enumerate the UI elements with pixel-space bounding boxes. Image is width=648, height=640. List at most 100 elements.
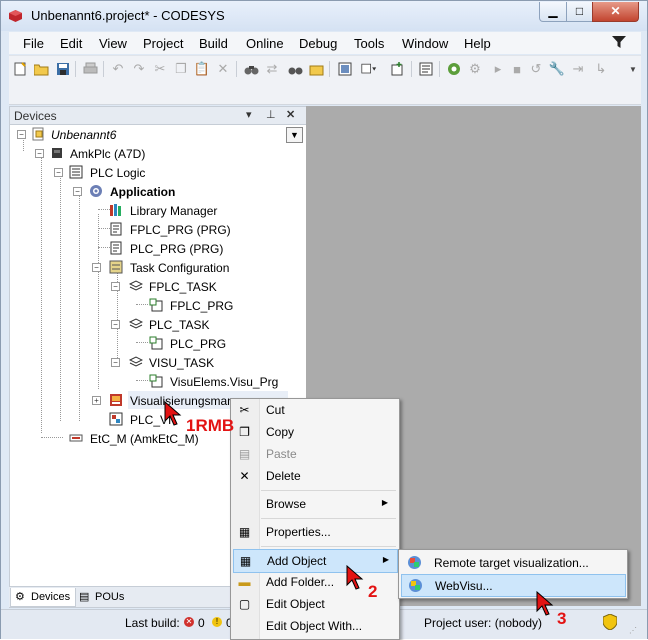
- add-element-icon[interactable]: [389, 61, 405, 77]
- minimize-button[interactable]: ▁: [539, 2, 567, 22]
- step-over-icon[interactable]: ⇥: [570, 61, 586, 77]
- tree-node-etc-m[interactable]: EtC_M (AmkEtC_M): [90, 432, 199, 446]
- tree-node-task-configuration[interactable]: Task Configuration: [130, 261, 229, 275]
- tree-node-plc-prg[interactable]: PLC_PRG (PRG): [130, 242, 223, 256]
- menu-online[interactable]: Online: [246, 36, 284, 51]
- stop-icon[interactable]: ■: [509, 61, 525, 77]
- reset-icon[interactable]: ↺: [528, 61, 544, 77]
- menu-help[interactable]: Help: [464, 36, 491, 51]
- pin-icon[interactable]: ⊥: [266, 108, 276, 121]
- print-icon[interactable]: [82, 61, 98, 77]
- submenu-arrow-icon: ▶: [381, 498, 388, 507]
- logout-icon[interactable]: ⚙: [467, 61, 483, 77]
- menu-view[interactable]: View: [99, 36, 127, 51]
- tree-node-fplc-prg[interactable]: FPLC_PRG (PRG): [130, 223, 231, 237]
- menu-edit[interactable]: Edit: [60, 36, 82, 51]
- resize-grip-icon[interactable]: ⋰: [629, 626, 637, 635]
- shield-icon[interactable]: [603, 614, 617, 630]
- tree-node-visu-task[interactable]: VISU_TASK: [149, 356, 214, 370]
- remote-target-visualization-icon: [408, 556, 421, 569]
- submenu-remote-target-visualization[interactable]: Remote target visualization...: [401, 552, 624, 573]
- context-menu-edit-object-with[interactable]: Edit Object With...: [233, 615, 396, 637]
- close-button[interactable]: ✕: [592, 2, 639, 22]
- tools-wrench-icon[interactable]: 🔧: [549, 61, 565, 77]
- login-icon[interactable]: [446, 61, 462, 77]
- tree-line: [136, 304, 148, 305]
- context-menu-copy[interactable]: ❐ Copy: [233, 421, 396, 443]
- cut-icon[interactable]: ✂: [152, 61, 168, 77]
- menu-build[interactable]: Build: [199, 36, 228, 51]
- collapse-toggle[interactable]: −: [92, 263, 101, 272]
- copy-icon[interactable]: ❐: [173, 61, 189, 77]
- collapse-toggle[interactable]: −: [111, 282, 120, 291]
- tree-node-application[interactable]: Application: [110, 185, 175, 199]
- paste-icon: ▤: [238, 447, 251, 461]
- start-icon[interactable]: ▸: [490, 61, 506, 77]
- context-menu-cut[interactable]: ✂ Cut: [233, 399, 396, 421]
- tree-node-plc-prg-call[interactable]: PLC_PRG: [170, 337, 226, 351]
- delete-icon: ✕: [239, 469, 250, 483]
- open-folder-icon[interactable]: [33, 61, 49, 77]
- context-menu-browse[interactable]: Browse ▶: [233, 493, 396, 515]
- tree-node-visuelems-visu-prg[interactable]: VisuElems.Visu_Prg: [170, 375, 278, 389]
- filter-funnel-icon[interactable]: [612, 35, 626, 49]
- menu-tools[interactable]: Tools: [354, 36, 384, 51]
- collapse-toggle[interactable]: −: [111, 320, 120, 329]
- visualization-icon: [109, 412, 123, 426]
- menu-project[interactable]: Project: [143, 36, 183, 51]
- tree-node-project[interactable]: Unbenannt6: [51, 128, 116, 142]
- tree-node-plc-logic[interactable]: PLC Logic: [90, 166, 145, 180]
- replace-in-project-icon[interactable]: [308, 61, 324, 77]
- tree-node-library-manager[interactable]: Library Manager: [130, 204, 217, 218]
- tree-node-fplc-task[interactable]: FPLC_TASK: [149, 280, 217, 294]
- tree-node-plc-task[interactable]: PLC_TASK: [149, 318, 209, 332]
- collapse-toggle[interactable]: −: [73, 187, 82, 196]
- find-in-project-icon[interactable]: [287, 61, 303, 77]
- new-file-icon[interactable]: [12, 61, 28, 77]
- tab-pous[interactable]: ▤ POUs: [77, 588, 127, 606]
- compile-icon[interactable]: [418, 61, 434, 77]
- context-menu-delete[interactable]: ✕ Delete: [233, 465, 396, 487]
- step-into-icon[interactable]: ↳: [593, 61, 609, 77]
- context-menu: ✂ Cut ❐ Copy ▤ Paste ✕ Delete Browse ▶ ▦…: [230, 398, 400, 640]
- folder-icon: ▬: [238, 575, 251, 589]
- menu-window[interactable]: Window: [402, 36, 448, 51]
- panel-close-icon[interactable]: ✕: [286, 108, 295, 121]
- last-build-label: Last build:: [125, 616, 180, 630]
- redo-icon[interactable]: ↷: [131, 61, 147, 77]
- collapse-toggle[interactable]: −: [35, 149, 44, 158]
- insert-element-dropdown-icon[interactable]: [361, 61, 377, 77]
- paste-icon[interactable]: 📋: [194, 61, 210, 77]
- collapse-toggle[interactable]: −: [111, 358, 120, 367]
- collapse-toggle[interactable]: −: [17, 130, 26, 139]
- devices-panel-header: Devices ▾ ⊥ ✕: [10, 107, 306, 125]
- menu-file[interactable]: File: [23, 36, 44, 51]
- tree-combo-dropdown[interactable]: ▼: [286, 127, 303, 143]
- context-menu-paste[interactable]: ▤ Paste: [233, 443, 396, 465]
- delete-icon[interactable]: ✕: [215, 61, 231, 77]
- menu-debug[interactable]: Debug: [299, 36, 337, 51]
- maximize-icon: □: [575, 4, 584, 18]
- chevron-down-icon: ▼: [290, 130, 299, 140]
- toolbar-separator: [103, 61, 104, 77]
- expand-toggle[interactable]: +: [92, 396, 101, 405]
- tree-line: [41, 437, 63, 438]
- maximize-button[interactable]: □: [566, 2, 593, 22]
- toolbar-overflow-icon[interactable]: ▼: [629, 65, 637, 74]
- context-menu-properties[interactable]: ▦ Properties...: [233, 521, 396, 543]
- find-icon[interactable]: [243, 61, 259, 77]
- undo-icon[interactable]: ↶: [110, 61, 126, 77]
- save-icon[interactable]: [55, 61, 71, 77]
- collapse-toggle[interactable]: −: [54, 168, 63, 177]
- panel-menu-icon[interactable]: ▾: [246, 108, 252, 121]
- context-menu-add-object[interactable]: ▦ Add Object ▶: [233, 549, 398, 573]
- context-menu-properties-label: Properties...: [266, 525, 331, 539]
- select-all-icon[interactable]: [337, 61, 353, 77]
- ethercat-master-icon: [69, 434, 83, 442]
- tree-node-fplc-prg-call[interactable]: FPLC_PRG: [170, 299, 233, 313]
- tab-devices[interactable]: ⚙ Devices: [10, 588, 76, 607]
- submenu-webvisu[interactable]: WebVisu...: [401, 574, 626, 597]
- tree-line: [23, 137, 24, 151]
- find-replace-icon[interactable]: ⇄: [264, 61, 280, 77]
- tree-node-amkplc[interactable]: AmkPlc (A7D): [70, 147, 145, 161]
